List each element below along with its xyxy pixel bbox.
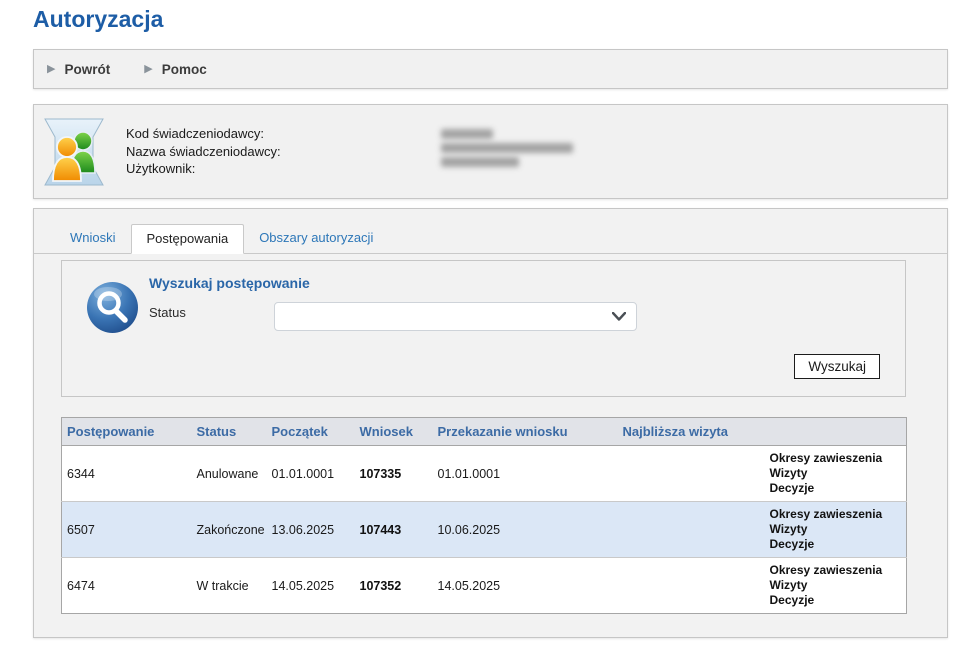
search-heading: Wyszukaj postępowanie <box>149 275 310 291</box>
table-header-row: Postępowanie Status Początek Wniosek Prz… <box>62 418 907 446</box>
cell-status: Anulowane <box>192 446 267 502</box>
provider-info-panel: Kod świadczeniodawcy: Nazwa świadczeniod… <box>33 104 948 199</box>
tab-wnioski[interactable]: Wnioski <box>55 224 131 254</box>
link-wizyty[interactable]: Wizyty <box>770 522 902 537</box>
cell-wniosek: 107352 <box>355 558 433 614</box>
search-button[interactable]: Wyszukaj <box>794 354 880 379</box>
link-wizyty[interactable]: Wizyty <box>770 578 902 593</box>
tab-bar: Wnioski Postępowania Obszary autoryzacji <box>34 209 947 254</box>
cell-wniosek: 107335 <box>355 446 433 502</box>
back-button[interactable]: ▶ Powrót <box>47 62 110 77</box>
cell-wniosek: 107443 <box>355 502 433 558</box>
magnifier-icon <box>86 281 139 334</box>
table-row: 6507 Zakończone 13.06.2025 107443 10.06.… <box>62 502 907 558</box>
cell-status: Zakończone <box>192 502 267 558</box>
link-decyzje[interactable]: Decyzje <box>770 537 902 552</box>
cell-najblizsza-wizyta <box>618 502 765 558</box>
provider-code-value-redacted <box>441 129 493 139</box>
arrow-right-icon: ▶ <box>144 64 152 75</box>
search-panel: Wyszukaj postępowanie Status Wyszukaj <box>61 260 906 397</box>
page: Autoryzacja ▶ Powrót ▶ Pomoc <box>0 0 963 638</box>
link-okresy-zawieszenia[interactable]: Okresy zawieszenia <box>770 507 902 522</box>
col-header-przekazanie-wniosku: Przekazanie wniosku <box>433 418 618 446</box>
user-label: Użytkownik: <box>126 160 441 178</box>
col-header-poczatek: Początek <box>267 418 355 446</box>
help-button-label: Pomoc <box>162 62 207 77</box>
link-decyzje[interactable]: Decyzje <box>770 481 902 496</box>
cell-postepowanie: 6474 <box>62 558 192 614</box>
link-decyzje[interactable]: Decyzje <box>770 593 902 608</box>
table-row: 6474 W trakcie 14.05.2025 107352 14.05.2… <box>62 558 907 614</box>
cell-przekazanie: 10.06.2025 <box>433 502 618 558</box>
provider-name-label: Nazwa świadczeniodawcy: <box>126 143 441 161</box>
cell-przekazanie: 01.01.0001 <box>433 446 618 502</box>
cell-najblizsza-wizyta <box>618 446 765 502</box>
link-wizyty[interactable]: Wizyty <box>770 466 902 481</box>
page-title: Autoryzacja <box>33 6 948 33</box>
arrow-right-icon: ▶ <box>47 64 55 75</box>
users-group-icon <box>43 117 105 187</box>
main-panel: Wnioski Postępowania Obszary autoryzacji <box>33 208 948 638</box>
col-header-postepowanie: Postępowanie <box>62 418 192 446</box>
col-header-wniosek: Wniosek <box>355 418 433 446</box>
chevron-down-icon <box>612 312 626 321</box>
cell-status: W trakcie <box>192 558 267 614</box>
status-select[interactable] <box>274 302 637 331</box>
link-okresy-zawieszenia[interactable]: Okresy zawieszenia <box>770 563 902 578</box>
link-okresy-zawieszenia[interactable]: Okresy zawieszenia <box>770 451 902 466</box>
col-header-actions <box>765 418 907 446</box>
col-header-status: Status <box>192 418 267 446</box>
cell-poczatek: 14.05.2025 <box>267 558 355 614</box>
cell-przekazanie: 14.05.2025 <box>433 558 618 614</box>
cell-najblizsza-wizyta <box>618 558 765 614</box>
back-button-label: Powrót <box>64 62 110 77</box>
tab-postepowania[interactable]: Postępowania <box>131 224 245 254</box>
tab-obszary-autoryzacji[interactable]: Obszary autoryzacji <box>244 224 388 254</box>
cell-poczatek: 01.01.0001 <box>267 446 355 502</box>
cell-poczatek: 13.06.2025 <box>267 502 355 558</box>
table-row: 6344 Anulowane 01.01.0001 107335 01.01.0… <box>62 446 907 502</box>
results-table: Postępowanie Status Początek Wniosek Prz… <box>61 417 907 614</box>
user-value-redacted <box>441 157 519 167</box>
cell-postepowanie: 6344 <box>62 446 192 502</box>
status-label: Status <box>149 305 186 320</box>
provider-name-value-redacted <box>441 143 573 153</box>
cell-postepowanie: 6507 <box>62 502 192 558</box>
provider-code-label: Kod świadczeniodawcy: <box>126 125 441 143</box>
toolbar: ▶ Powrót ▶ Pomoc <box>33 49 948 89</box>
col-header-najblizsza-wizyta: Najbliższa wizyta <box>618 418 765 446</box>
help-button[interactable]: ▶ Pomoc <box>144 62 206 77</box>
